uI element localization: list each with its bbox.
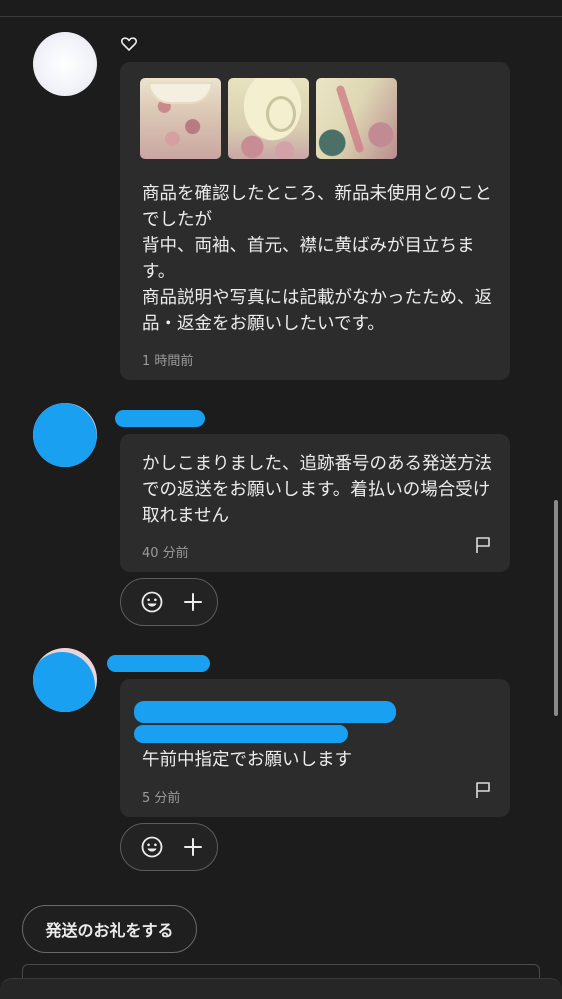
composer-bar	[0, 978, 562, 999]
message-bubble-3: 午前中指定でお願いします 5 分前	[120, 679, 510, 817]
heart-outline-icon[interactable]	[121, 37, 137, 51]
avatar-buyer[interactable]	[33, 32, 97, 96]
message-time: 40 分前	[142, 546, 189, 561]
scrollbar[interactable]	[554, 500, 558, 716]
smile-icon	[141, 591, 163, 613]
avatar-seller[interactable]	[33, 648, 97, 712]
smile-icon	[141, 836, 163, 858]
item-photo-collar[interactable]	[140, 78, 221, 159]
message-bubble-1: 商品を確認したところ、新品未使用とのことでしたが 背中、両袖、首元、襟に黄ばみが…	[120, 62, 510, 380]
flag-icon[interactable]	[474, 536, 492, 554]
redacted-text	[134, 701, 396, 723]
message-text: 午前中指定でお願いします	[142, 750, 352, 770]
item-photo-sleeve[interactable]	[228, 78, 309, 159]
reaction-button[interactable]	[120, 823, 218, 871]
reaction-button[interactable]	[120, 578, 218, 626]
header-divider	[0, 16, 562, 17]
message-text: 商品を確認したところ、新品未使用とのことでしたが 背中、両袖、首元、襟に黄ばみが…	[142, 184, 492, 334]
message-time: 1 時間前	[142, 354, 194, 369]
seller-name	[115, 410, 205, 427]
redacted-text	[134, 725, 348, 743]
avatar-seller[interactable]	[33, 403, 97, 467]
plus-icon	[184, 593, 202, 611]
message-time: 5 分前	[142, 791, 181, 806]
flag-icon[interactable]	[474, 781, 492, 799]
send-thanks-button[interactable]: 発送のお礼をする	[22, 905, 197, 953]
seller-name	[107, 655, 210, 672]
plus-icon	[184, 838, 202, 856]
message-text: かしこまりました、追跡番号のある発送方法での返送をお願いします。着払いの場合受け…	[142, 454, 492, 526]
message-bubble-2: かしこまりました、追跡番号のある発送方法での返送をお願いします。着払いの場合受け…	[120, 434, 510, 572]
item-photo-back[interactable]	[316, 78, 397, 159]
